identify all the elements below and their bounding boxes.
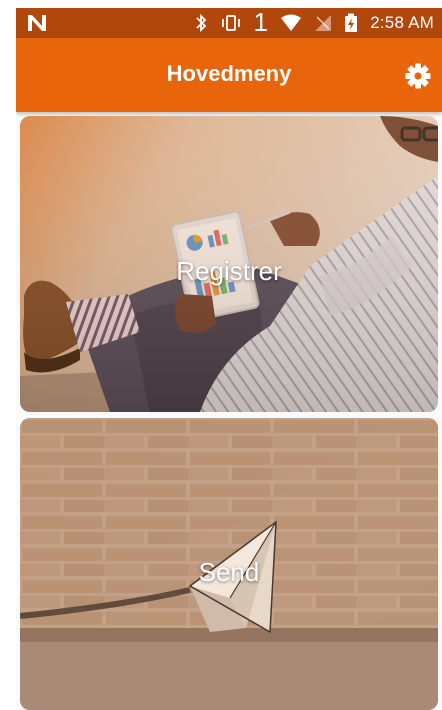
- app-bar: Hovedmeny: [16, 38, 442, 112]
- settings-button[interactable]: [404, 62, 432, 90]
- wifi-icon: [280, 14, 302, 32]
- person-holding-tablet-image: [20, 116, 438, 412]
- status-icons: 1 2:58 AM: [194, 8, 434, 38]
- no-signal-icon: [314, 14, 332, 32]
- status-bar: 1 2:58 AM: [16, 8, 442, 38]
- battery-charging-icon: [344, 13, 358, 33]
- page-title: Hovedmeny: [166, 61, 292, 86]
- register-card[interactable]: Registrer: [20, 116, 438, 412]
- vibrate-icon: [220, 13, 242, 33]
- notification-count: 1: [253, 8, 269, 37]
- bluetooth-icon: [194, 13, 208, 33]
- phone-screen: 1 2:58 AM Hovedmeny Registrer Send: [16, 8, 442, 710]
- send-card[interactable]: Send: [20, 418, 438, 710]
- clock: 2:58 AM: [370, 13, 434, 32]
- gear-icon: [405, 63, 431, 89]
- n-logo-icon: [26, 13, 48, 33]
- paper-plane-brick-wall-image: [20, 418, 438, 710]
